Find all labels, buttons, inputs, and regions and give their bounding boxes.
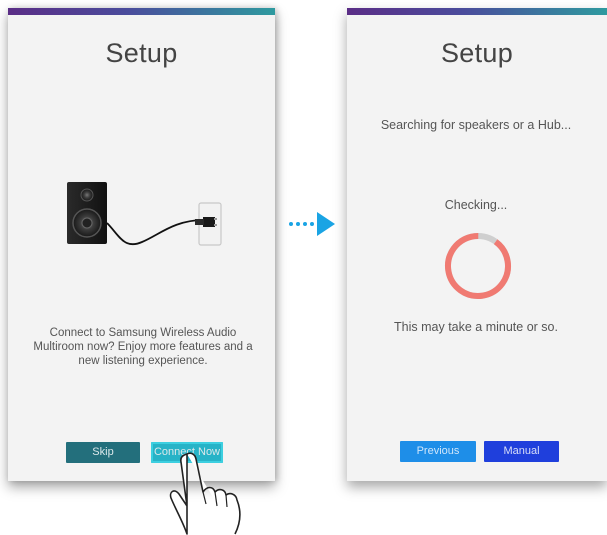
hand-pointer-icon [169,452,241,535]
manual-button[interactable]: Manual [484,441,559,462]
progress-ring-icon [445,233,511,299]
header-bar [347,8,607,15]
connect-description: Connect to Samsung Wireless Audio Multir… [33,327,253,367]
previous-button[interactable]: Previous [400,441,476,462]
arrow-right-icon [289,212,335,236]
skip-button[interactable]: Skip [66,442,140,463]
setup-screen-searching: Setup Searching for speakers or a Hub...… [347,8,607,481]
setup-screen-connect: Setup Connect to Samsung Wireless Audio … [8,8,275,481]
page-title: Setup [440,38,514,68]
header-bar [8,8,275,15]
power-plug-icon [195,202,222,246]
wait-note: This may take a minute or so. [394,320,558,334]
page-title: Setup [105,38,178,68]
searching-status: Searching for speakers or a Hub... [380,118,572,132]
checking-status: Checking... [444,198,508,212]
